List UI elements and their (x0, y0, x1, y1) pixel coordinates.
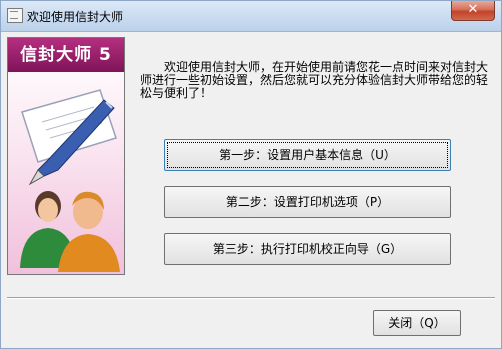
divider (7, 297, 495, 299)
close-icon[interactable]: ✕ (451, 1, 495, 21)
title-bar[interactable]: 欢迎使用信封大师 ✕ (1, 1, 501, 32)
envelope-pen-illustration (20, 89, 120, 272)
brand-panel: 信封大师 5 (7, 37, 125, 275)
setup-printer-options-button[interactable]: 第二步：设置打印机选项（P） (164, 186, 451, 218)
app-icon (7, 8, 23, 23)
users-illustration (20, 191, 120, 272)
setup-user-info-button[interactable]: 第一步：设置用户基本信息（U） (164, 139, 451, 171)
welcome-message: 欢迎使用信封大师，在开始使用前请您花一点时间来对信封大师进行一些初始设置，然后您… (140, 60, 489, 100)
dialog-window: 欢迎使用信封大师 ✕ 信封大师 5 欢迎使用信封大师，在开始使用前请您花一点时间… (0, 0, 502, 349)
window-title: 欢迎使用信封大师 (27, 10, 124, 24)
printer-calibration-wizard-button[interactable]: 第三步：执行打印机校正向导（G） (164, 233, 451, 265)
brand-banner: 信封大师 5 (8, 38, 124, 72)
close-button[interactable]: 关闭（Q） (373, 310, 461, 336)
